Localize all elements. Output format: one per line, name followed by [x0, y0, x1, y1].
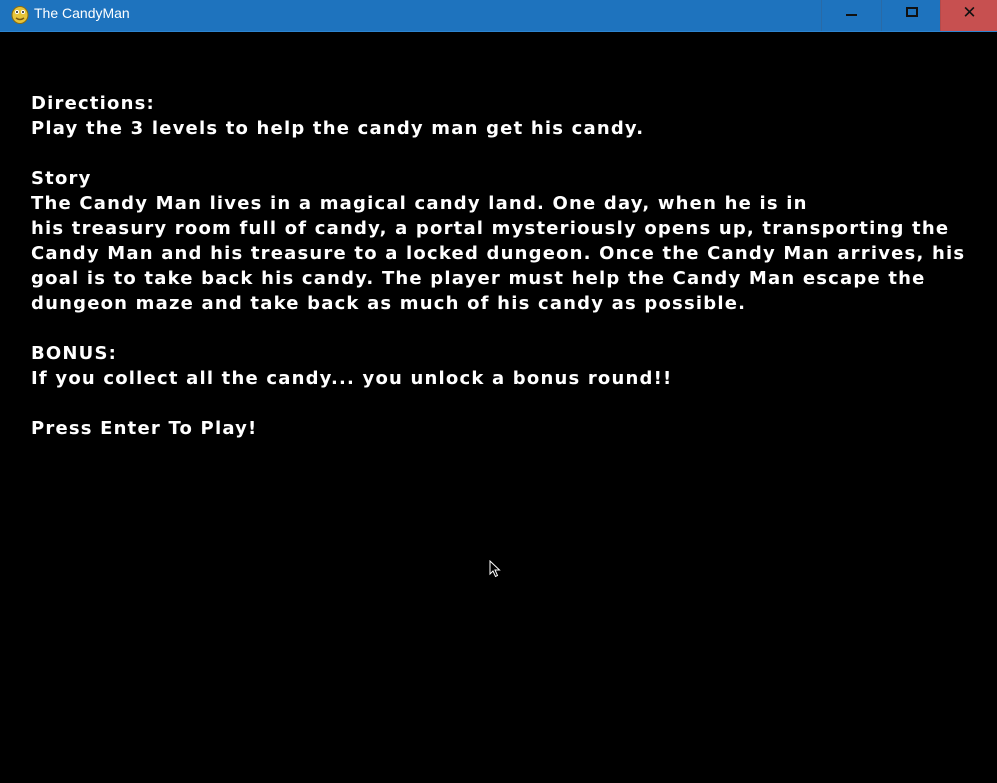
game-canvas[interactable]: Directions: Play the 3 levels to help th…	[0, 32, 997, 783]
maximize-button[interactable]	[881, 0, 941, 31]
story-line: his treasury room full of candy, a porta…	[31, 218, 950, 239]
story-heading: Story	[31, 168, 92, 189]
press-enter-prompt: Press Enter To Play!	[31, 418, 258, 439]
story-line: Candy Man and his treasure to a locked d…	[31, 243, 966, 264]
bonus-text: If you collect all the candy... you unlo…	[31, 368, 673, 389]
minimize-button[interactable]	[821, 0, 881, 31]
title-bar[interactable]: The CandyMan ✕	[0, 0, 997, 32]
close-icon: ✕	[962, 3, 977, 23]
directions-text: Play the 3 levels to help the candy man …	[31, 118, 645, 139]
python-snake-icon	[11, 6, 29, 24]
story-line: The Candy Man lives in a magical candy l…	[31, 193, 808, 214]
directions-heading: Directions:	[31, 93, 155, 114]
game-window: The CandyMan ✕ Directions: Play the 3 le…	[0, 0, 997, 783]
minimize-icon	[846, 14, 857, 16]
story-line: dungeon maze and take back as much of hi…	[31, 293, 747, 314]
bonus-heading: BONUS:	[31, 343, 118, 364]
maximize-icon	[906, 7, 918, 17]
mouse-cursor-icon	[489, 560, 501, 578]
close-button[interactable]: ✕	[940, 0, 997, 31]
story-line: goal is to take back his candy. The play…	[31, 268, 926, 289]
window-title: The CandyMan	[34, 5, 130, 21]
